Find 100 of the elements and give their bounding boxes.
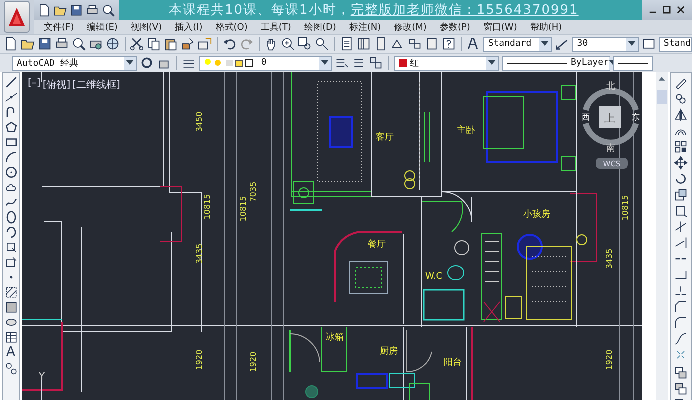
undo-icon[interactable] <box>222 37 237 51</box>
extend-icon[interactable] <box>674 236 688 250</box>
dimension-text: 7035 <box>249 182 258 202</box>
dimension-text: 1920 <box>195 350 204 370</box>
caret-icon <box>486 56 498 70</box>
text-tool-button[interactable]: A <box>6 346 16 360</box>
scale-icon[interactable] <box>674 188 688 202</box>
dimension-text: 3450 <box>195 112 204 132</box>
compass-label[interactable]: 西 <box>582 113 590 122</box>
table-style-icon[interactable] <box>642 37 656 51</box>
triangle-logo-icon <box>7 6 27 28</box>
coordinate-system-menu[interactable] <box>596 158 628 169</box>
scroll-thumb[interactable] <box>657 90 667 104</box>
open-folder-icon[interactable] <box>21 37 35 51</box>
rotate-icon[interactable] <box>674 172 688 186</box>
mirror-icon[interactable] <box>674 108 688 122</box>
menu-item[interactable]: 格式(O) <box>216 20 248 34</box>
properties-icon[interactable] <box>340 37 354 51</box>
menu-item[interactable]: 编辑(E) <box>87 20 118 34</box>
polygon-icon[interactable] <box>4 121 18 134</box>
room-label: 阳台 <box>444 358 462 368</box>
close-icon[interactable] <box>676 5 686 15</box>
menu-item[interactable]: 绘图(D) <box>304 20 336 34</box>
caret-icon <box>124 56 136 70</box>
viewport-control[interactable]: [二维线框] <box>72 78 120 92</box>
dimension-style-dropdown[interactable]: Stand <box>658 36 692 52</box>
course-banner: 本课程共10课、每课1小时，完整版加老师微信：15564370991 <box>119 0 642 20</box>
erase-icon[interactable] <box>674 76 688 90</box>
menu-item[interactable]: 文件(F) <box>44 20 74 34</box>
room-label: W.C <box>426 272 442 282</box>
circle-icon[interactable] <box>4 166 18 179</box>
dimension-text: 1920 <box>249 352 258 372</box>
color-dropdown[interactable]: 红 <box>394 56 499 70</box>
stretch-icon[interactable] <box>674 204 688 218</box>
maximize-icon[interactable] <box>662 5 672 15</box>
print-icon[interactable] <box>55 37 69 51</box>
array-icon[interactable] <box>674 140 688 154</box>
paste-icon[interactable] <box>164 37 178 51</box>
viewport-control[interactable]: [–] <box>28 78 41 92</box>
zoom-window-icon[interactable] <box>298 37 312 51</box>
fillet-icon[interactable] <box>674 316 688 330</box>
viewport-control[interactable]: [俯视] <box>42 78 71 92</box>
view-cube-face[interactable] <box>599 106 621 128</box>
menu-item[interactable]: 帮助(H) <box>530 20 562 34</box>
help-icon[interactable] <box>442 37 456 51</box>
workspace-dropdown[interactable]: AutoCAD 经典 <box>12 56 137 70</box>
table-icon[interactable] <box>4 331 18 344</box>
room-label: 客厅 <box>376 133 394 143</box>
ellipse-icon[interactable] <box>4 211 18 224</box>
menu-item[interactable]: 修改(M) <box>394 20 427 34</box>
menu-item[interactable]: 视图(V) <box>130 20 162 34</box>
room-label: 主卧 <box>457 126 475 136</box>
spline-icon[interactable] <box>4 196 18 209</box>
compass-label[interactable]: 东 <box>632 113 640 122</box>
arc-icon[interactable] <box>4 151 18 164</box>
menu-item[interactable]: 工具(T) <box>260 20 292 34</box>
floor-plan-drawing[interactable] <box>22 72 642 400</box>
new-file-icon[interactable] <box>38 4 51 16</box>
menu-item[interactable]: 参数(P) <box>440 20 470 34</box>
save-icon[interactable] <box>38 37 52 51</box>
copy-icon[interactable] <box>147 37 162 51</box>
chamfer-icon[interactable] <box>674 300 688 314</box>
copy-object-icon[interactable] <box>674 92 688 106</box>
print-icon[interactable] <box>86 4 99 16</box>
blend-curves-icon[interactable] <box>674 332 688 346</box>
preview-icon[interactable] <box>102 4 115 16</box>
globe-icon[interactable] <box>106 37 120 51</box>
preview-icon[interactable] <box>72 37 86 51</box>
construction-line-icon[interactable] <box>4 91 18 104</box>
app-menu-button[interactable] <box>4 1 30 33</box>
caret-icon <box>539 38 552 50</box>
view-cube-label: 上 <box>604 112 616 125</box>
linetype-dropdown[interactable]: ByLayer <box>502 56 610 70</box>
menu-item[interactable]: 窗口(W) <box>483 20 518 34</box>
linetype-name: ByLayer <box>571 58 609 68</box>
compass-label[interactable]: 南 <box>606 144 616 154</box>
trim-icon[interactable] <box>674 220 688 234</box>
save-icon[interactable] <box>70 4 83 16</box>
move-icon[interactable] <box>674 156 688 170</box>
lineweight-dropdown[interactable] <box>613 56 653 70</box>
text-height-dropdown[interactable]: 30 <box>572 36 639 52</box>
dimension-text: 10815 <box>203 194 212 220</box>
polyline-icon[interactable] <box>4 106 18 119</box>
menu-item[interactable]: 标注(N) <box>349 20 382 34</box>
line-icon[interactable] <box>4 76 18 89</box>
rectangle-icon[interactable] <box>4 136 18 149</box>
ellipse-arc-icon[interactable] <box>4 226 18 239</box>
caret-icon <box>319 56 331 70</box>
hatch-icon[interactable] <box>4 286 18 299</box>
menu-item[interactable]: 插入(I) <box>175 20 203 34</box>
zoom-realtime-icon[interactable] <box>281 37 296 51</box>
new-file-icon[interactable] <box>4 37 18 51</box>
cut-icon[interactable] <box>130 37 144 51</box>
text-style-icon[interactable] <box>466 37 480 51</box>
room-label: 餐厅 <box>368 240 386 250</box>
zoom-previous-icon[interactable] <box>315 37 330 51</box>
text-style-dropdown[interactable]: Standard <box>483 36 552 52</box>
layer-dropdown[interactable]: 0 <box>199 56 332 70</box>
dimension-style-icon[interactable] <box>555 37 570 51</box>
dimension-text: 10815 <box>239 196 248 222</box>
